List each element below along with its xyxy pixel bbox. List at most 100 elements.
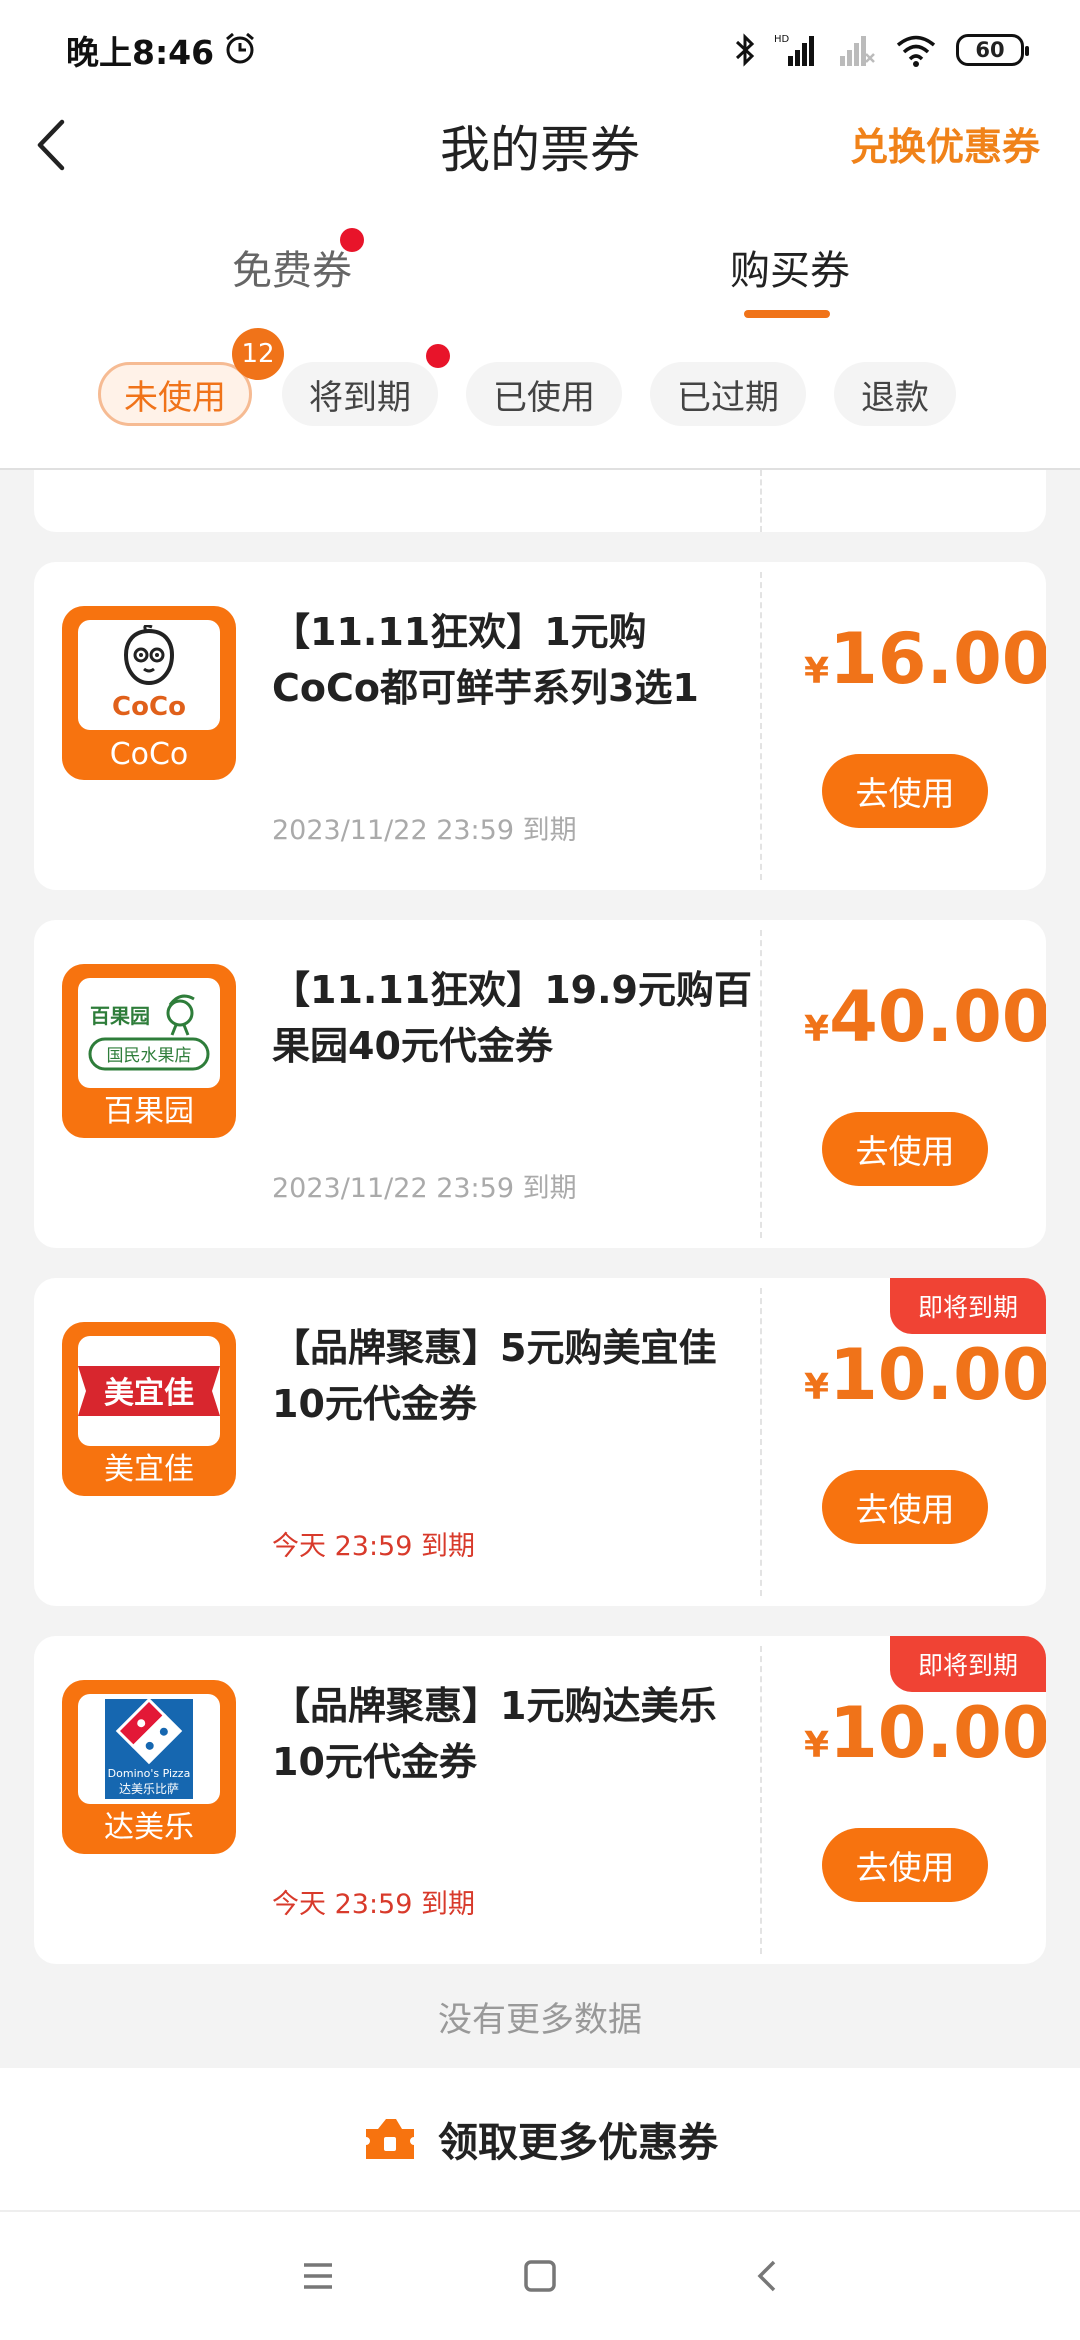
status-bar: 晚上8:46 HD 60 [0, 0, 1080, 96]
system-nav-bar [0, 2210, 1080, 2340]
currency-symbol: ¥ [804, 1367, 830, 1408]
coco-logo-text: CoCo [112, 692, 186, 722]
coupon-price: ¥10.00 [804, 1334, 1046, 1416]
coco-logo-icon: CoCo [78, 620, 220, 730]
brand-logo-pagoda: 百果园 国民水果店 百果园 [62, 964, 236, 1138]
battery-level: 60 [975, 38, 1005, 62]
filter-label: 将到期 [309, 377, 411, 418]
coupon-card[interactable]: 百果园 国民水果店 百果园 【11.11狂欢】19.9元购百果园40元代金券 2… [34, 920, 1046, 1248]
currency-symbol: ¥ [804, 1009, 830, 1050]
coupon-price: ¥10.00 [804, 1692, 1046, 1774]
active-tab-indicator [744, 310, 830, 318]
dominos-logo-subtext: 达美乐比萨 [119, 1782, 179, 1796]
coco-mascot-icon: CoCo [112, 625, 186, 722]
price-amount: 10.00 [829, 1334, 1046, 1416]
card-divider [760, 470, 762, 532]
coupon-card[interactable]: 即将到期 美宜佳 美宜佳 【品牌聚惠】5元购美宜佳10元代金券 今天 23:59… [34, 1278, 1046, 1606]
redeem-coupon-button[interactable]: 兑换优惠券 [850, 116, 1040, 171]
expiring-soon-badge: 即将到期 [890, 1278, 1046, 1334]
coupon-title: 【11.11狂欢】19.9元购百果园40元代金券 [272, 968, 752, 1068]
filter-used[interactable]: 已使用 [466, 362, 622, 426]
use-coupon-button[interactable]: 去使用 [822, 1470, 988, 1544]
card-divider [760, 1288, 762, 1596]
filter-label: 已使用 [493, 377, 595, 418]
coupon-card-partial [34, 470, 1046, 532]
coupon-expiry: 今天 23:59 到期 [272, 1889, 475, 1920]
coupon-icon [366, 2119, 414, 2159]
alarm-icon [226, 32, 254, 64]
meiyijia-logo-icon: 美宜佳 [78, 1336, 220, 1446]
wifi-icon [896, 35, 936, 67]
card-divider [760, 572, 762, 880]
filter-unused[interactable]: 未使用 [98, 362, 252, 426]
card-divider [760, 930, 762, 1238]
price-amount: 16.00 [829, 618, 1046, 700]
unused-count-badge: 12 [232, 328, 284, 380]
dominos-emblem-icon: Domino's Pizza 达美乐比萨 [105, 1697, 193, 1799]
back-icon[interactable] [746, 2254, 790, 2298]
filter-refund[interactable]: 退款 [834, 362, 956, 426]
filter-expiring[interactable]: 将到期 [282, 362, 438, 426]
price-amount: 10.00 [829, 1692, 1046, 1774]
meiyijia-banner-icon: 美宜佳 [78, 1366, 220, 1416]
nav-bar: 我的票券 兑换优惠券 [0, 96, 1080, 192]
brand-name: 百果园 [104, 1094, 194, 1129]
coupon-title: 【品牌聚惠】5元购美宜佳10元代金券 [272, 1326, 717, 1426]
pagoda-logo-slogan: 国民水果店 [107, 1046, 192, 1066]
brand-name: CoCo [109, 737, 189, 772]
filter-label: 退款 [861, 377, 929, 418]
home-icon[interactable] [518, 2254, 562, 2298]
coupon-title: 【品牌聚惠】1元购达美乐10元代金券 [272, 1684, 717, 1784]
menu-icon[interactable] [296, 2254, 340, 2298]
expiring-soon-badge: 即将到期 [890, 1636, 1046, 1692]
svg-text:HD: HD [774, 34, 790, 45]
tab-free-coupons[interactable]: 免费券 [232, 238, 352, 296]
filter-chips: 未使用 12 将到期 已使用 已过期 退款 [0, 328, 1080, 440]
signal-icon-secondary [840, 36, 875, 66]
card-divider [760, 1646, 762, 1954]
notification-dot [426, 344, 450, 368]
brand-logo-coco: CoCo CoCo [62, 606, 236, 780]
get-more-coupons-button[interactable]: 领取更多优惠券 [0, 2068, 1080, 2210]
pagoda-logo-text: 百果园 [90, 1004, 150, 1028]
meiyijia-logo-text: 美宜佳 [104, 1376, 194, 1411]
use-coupon-button[interactable]: 去使用 [822, 754, 988, 828]
filter-label: 已过期 [677, 377, 779, 418]
coupon-price: ¥16.00 [804, 618, 1046, 700]
notification-dot [340, 228, 364, 252]
coupon-expiry: 2023/11/22 23:59 到期 [272, 815, 577, 846]
use-coupon-button[interactable]: 去使用 [822, 1828, 988, 1902]
back-arrow-icon[interactable] [30, 116, 74, 174]
signal-icon: HD [774, 34, 814, 66]
battery-icon: 60 [956, 34, 1029, 66]
status-icons: HD 60 [734, 30, 1029, 70]
brand-name: 达美乐 [104, 1810, 194, 1845]
coupon-card[interactable]: CoCo CoCo 【11.11狂欢】1元购CoCo都可鲜芋系列3选1 2023… [34, 562, 1046, 890]
coupon-card[interactable]: 即将到期 Domino's Pizza 达美乐比萨 达美乐 【品牌聚惠】1元购达… [34, 1636, 1046, 1964]
coupon-expiry: 2023/11/22 23:59 到期 [272, 1173, 577, 1204]
coupon-title: 【11.11狂欢】1元购CoCo都可鲜芋系列3选1 [272, 610, 699, 710]
no-more-data-text: 没有更多数据 [438, 2000, 642, 2040]
currency-symbol: ¥ [804, 651, 830, 692]
dominos-logo-icon: Domino's Pizza 达美乐比萨 [78, 1694, 220, 1804]
tab-purchased-coupons[interactable]: 购买券 [730, 238, 850, 296]
tab-label: 购买券 [730, 248, 850, 294]
status-time: 晚上8:46 [66, 33, 215, 72]
brand-logo-dominos: Domino's Pizza 达美乐比萨 达美乐 [62, 1680, 236, 1854]
brand-name: 美宜佳 [104, 1452, 194, 1487]
dominos-logo-text: Domino's Pizza [108, 1767, 191, 1780]
currency-symbol: ¥ [804, 1725, 830, 1766]
pagoda-emblem-icon: 百果园 国民水果店 [88, 994, 210, 1071]
tab-label: 免费券 [232, 248, 352, 294]
filter-label: 未使用 [124, 377, 226, 418]
price-amount: 40.00 [829, 976, 1046, 1058]
coupon-price: ¥40.00 [804, 976, 1046, 1058]
bluetooth-icon [735, 33, 755, 67]
pagoda-logo-icon: 百果园 国民水果店 [78, 978, 220, 1088]
main-tabs: 免费券 购买券 [0, 224, 1080, 324]
top-section: 晚上8:46 HD 60 我的票券 兑换优惠券 免费券 购买券 未使用 12 将… [0, 0, 1080, 470]
coupon-expiry: 今天 23:59 到期 [272, 1531, 475, 1562]
filter-expired[interactable]: 已过期 [650, 362, 806, 426]
use-coupon-button[interactable]: 去使用 [822, 1112, 988, 1186]
brand-logo-meiyijia: 美宜佳 美宜佳 [62, 1322, 236, 1496]
